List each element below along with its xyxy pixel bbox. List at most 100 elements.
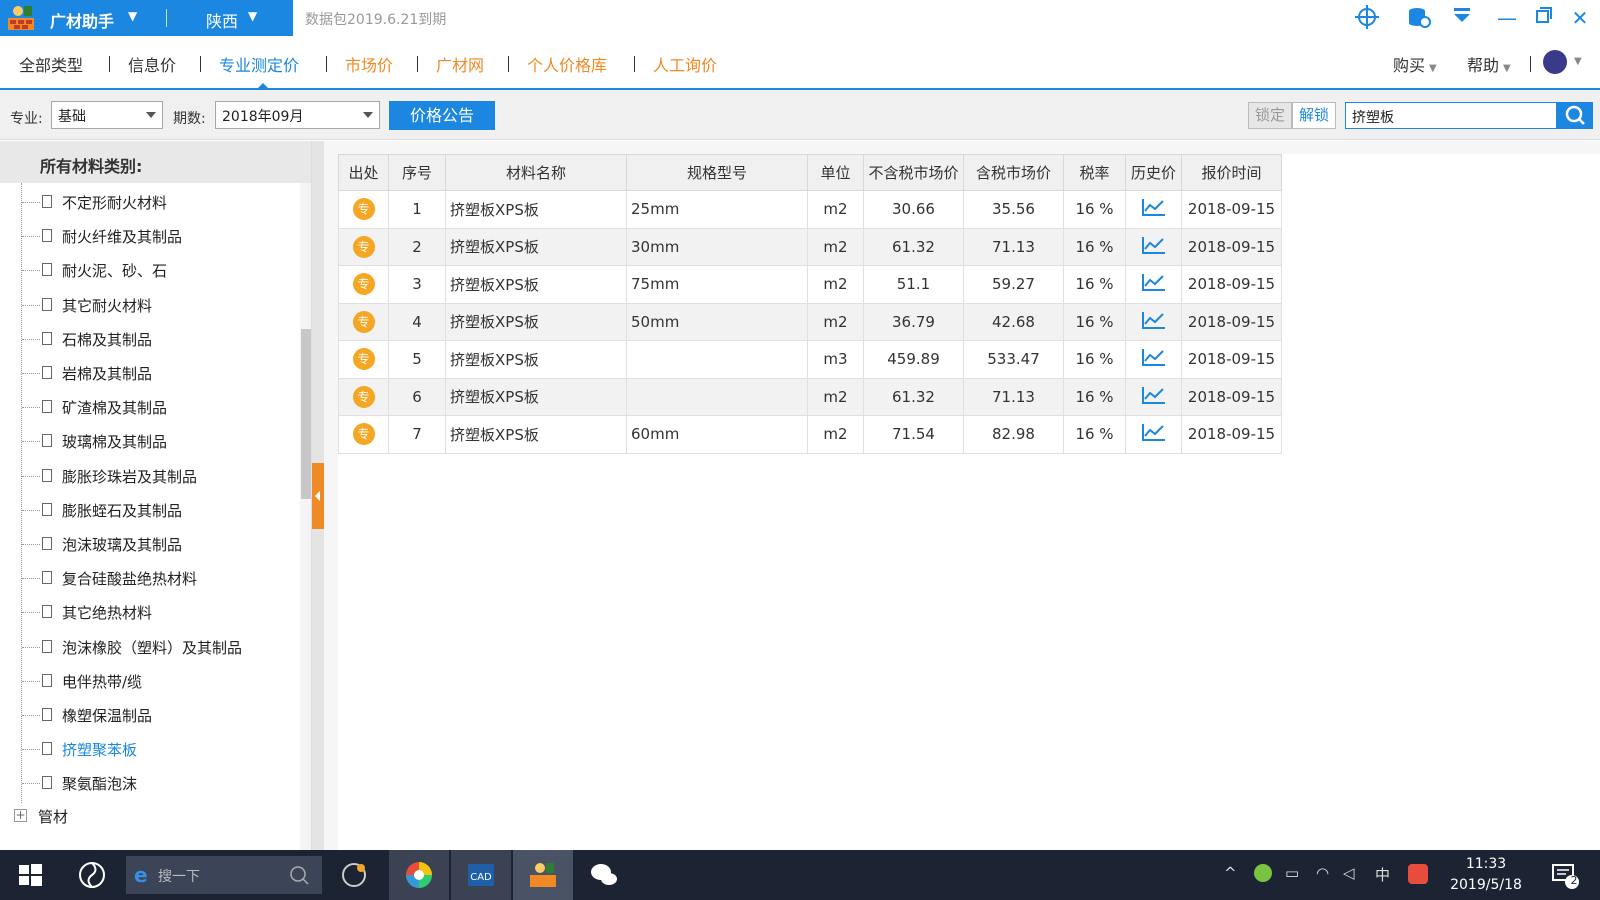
wechat-icon[interactable]: [589, 860, 619, 890]
color-app-icon[interactable]: [404, 860, 434, 890]
col-quote-date[interactable]: 报价时间: [1181, 154, 1282, 191]
minimize-icon[interactable]: —: [1493, 4, 1521, 32]
tree-item[interactable]: 不定形耐火材料: [22, 185, 302, 219]
app-name[interactable]: 广材助手: [50, 8, 114, 32]
tree-item[interactable]: 其它耐火材料: [22, 288, 302, 322]
col-history[interactable]: 历史价: [1125, 154, 1182, 191]
sidebar-scrollbar-thumb[interactable]: [301, 329, 311, 499]
expand-icon[interactable]: +: [14, 808, 27, 822]
nav-professional-price[interactable]: 专业测定价: [219, 52, 299, 76]
volume-icon[interactable]: ◁: [1343, 864, 1355, 882]
close-icon[interactable]: ✕: [1566, 4, 1594, 32]
specialty-select[interactable]: 基础: [51, 101, 163, 129]
cad-app-icon[interactable]: CAD: [466, 860, 496, 890]
col-unit[interactable]: 单位: [807, 154, 864, 191]
nav-personal-library[interactable]: 个人价格库: [527, 52, 607, 76]
search-input[interactable]: 挤塑板: [1345, 102, 1557, 129]
col-price-ex-tax[interactable]: 不含税市场价: [863, 154, 964, 191]
document-icon: [42, 297, 52, 311]
chevron-up-icon[interactable]: ^: [1224, 864, 1237, 882]
document-icon: [42, 263, 52, 277]
nav-info-price[interactable]: 信息价: [128, 52, 176, 76]
professional-badge-icon: 专: [352, 273, 375, 296]
table-row[interactable]: 专 2 挤塑板XPS板 30mm m2 61.32 71.13 16 % 2018-09-15: [338, 227, 1282, 266]
pinwheel-app-icon[interactable]: [77, 860, 107, 890]
database-icon[interactable]: [1405, 4, 1433, 32]
tree-item[interactable]: 膨胀蛭石及其制品: [22, 493, 302, 527]
target-icon[interactable]: [1353, 4, 1381, 32]
browser-app-icon[interactable]: [339, 860, 369, 890]
document-icon: [42, 331, 52, 345]
tree-item[interactable]: 挤塑聚苯板: [22, 732, 302, 766]
trend-chart-icon[interactable]: [1141, 272, 1167, 292]
unlock-button[interactable]: 解锁: [1292, 102, 1336, 129]
help-menu[interactable]: 帮助 ▼: [1467, 52, 1511, 76]
col-source[interactable]: 出处: [338, 154, 389, 191]
trend-chart-icon[interactable]: [1141, 197, 1167, 217]
trend-chart-icon[interactable]: [1141, 310, 1167, 330]
trend-chart-icon[interactable]: [1141, 385, 1167, 405]
col-tax-rate[interactable]: 税率: [1063, 154, 1126, 191]
table-row[interactable]: 专 5 挤塑板XPS板 m3 459.89 533.47 16 % 2018-09-15: [338, 340, 1282, 379]
wifi-icon[interactable]: ◠: [1316, 864, 1329, 882]
guangcai-app-icon[interactable]: [528, 860, 558, 890]
table-row[interactable]: 专 3 挤塑板XPS板 75mm m2 51.1 59.27 16 % 2018-09-15: [338, 265, 1282, 304]
tree-item[interactable]: 泡沫橡胶（塑料）及其制品: [22, 630, 302, 664]
region-caret-icon[interactable]: ▼: [248, 9, 257, 23]
table-row[interactable]: 专 4 挤塑板XPS板 50mm m2 36.79 42.68 16 % 2018-09-15: [338, 302, 1282, 341]
cell-unit: m2: [807, 265, 864, 304]
tree-item[interactable]: 复合硅酸盐绝热材料: [22, 561, 302, 595]
cell-history: [1125, 227, 1182, 266]
trend-chart-icon[interactable]: [1141, 422, 1167, 442]
table-row[interactable]: 专 7 挤塑板XPS板 60mm m2 71.54 82.98 16 % 2018-09-15: [338, 415, 1282, 454]
tree-item[interactable]: 膨胀珍珠岩及其制品: [22, 459, 302, 493]
system-clock[interactable]: 11:33 2019/5/18: [1446, 854, 1526, 896]
tree-item[interactable]: 玻璃棉及其制品: [22, 424, 302, 458]
cell-history: [1125, 415, 1182, 454]
windows-start-icon[interactable]: [15, 860, 45, 890]
region-selector[interactable]: 陕西: [206, 8, 238, 32]
app-menu-caret-icon[interactable]: ▼: [128, 9, 137, 23]
ime-indicator[interactable]: 中: [1375, 864, 1390, 885]
dropdown-menu-icon[interactable]: [1448, 4, 1476, 32]
tree-item[interactable]: 耐火泥、砂、石: [22, 253, 302, 287]
period-value: 2018年09月: [222, 109, 304, 125]
tree-item[interactable]: 石棉及其制品: [22, 322, 302, 356]
nav-market-price[interactable]: 市场价: [345, 52, 393, 76]
tree-item[interactable]: 岩棉及其制品: [22, 356, 302, 390]
battery-icon[interactable]: ▭: [1285, 864, 1299, 882]
col-spec[interactable]: 规格型号: [626, 154, 808, 191]
cell-quote-date: 2018-09-15: [1181, 302, 1282, 341]
table-row[interactable]: 专 6 挤塑板XPS板 m2 61.32 71.13 16 % 2018-09-15: [338, 377, 1282, 416]
search-button[interactable]: [1557, 102, 1593, 129]
trend-chart-icon[interactable]: [1141, 235, 1167, 255]
period-select[interactable]: 2018年09月: [215, 101, 380, 129]
tree-item[interactable]: 矿渣棉及其制品: [22, 390, 302, 424]
tree-item[interactable]: 电伴热带/缆: [22, 664, 302, 698]
col-material-name[interactable]: 材料名称: [445, 154, 627, 191]
lock-button[interactable]: 锁定: [1248, 102, 1292, 129]
trend-chart-icon[interactable]: [1141, 347, 1167, 367]
price-notice-button[interactable]: 价格公告: [389, 101, 495, 130]
col-price-in-tax[interactable]: 含税市场价: [963, 154, 1064, 191]
sogou-input-icon[interactable]: [1408, 864, 1428, 884]
nav-all-types[interactable]: 全部类型: [19, 52, 83, 76]
security-tray-icon[interactable]: [1254, 864, 1272, 882]
sidebar-scrollbar-track[interactable]: [300, 183, 311, 850]
avatar[interactable]: [1543, 50, 1567, 74]
tree-item[interactable]: 其它绝热材料: [22, 595, 302, 629]
tree-item[interactable]: 橡塑保温制品: [22, 698, 302, 732]
maximize-icon[interactable]: [1530, 4, 1558, 32]
nav-manual-inquiry[interactable]: 人工询价: [653, 52, 717, 76]
tree-item[interactable]: 耐火纤维及其制品: [22, 219, 302, 253]
buy-menu[interactable]: 购买 ▼: [1393, 52, 1437, 76]
table-row[interactable]: 专 1 挤塑板XPS板 25mm m2 30.66 35.56 16 % 2018-09-15: [338, 190, 1282, 229]
nav-guangcai-web[interactable]: 广材网: [436, 52, 484, 76]
avatar-caret-icon[interactable]: ▼: [1574, 56, 1582, 67]
col-number[interactable]: 序号: [388, 154, 446, 191]
cell-number: 6: [388, 377, 446, 416]
tree-item[interactable]: 聚氨酯泡沫: [22, 766, 302, 800]
taskbar-search-input[interactable]: e 搜一下: [126, 856, 322, 894]
collapse-sidebar-button[interactable]: [312, 463, 324, 529]
tree-item[interactable]: 泡沫玻璃及其制品: [22, 527, 302, 561]
